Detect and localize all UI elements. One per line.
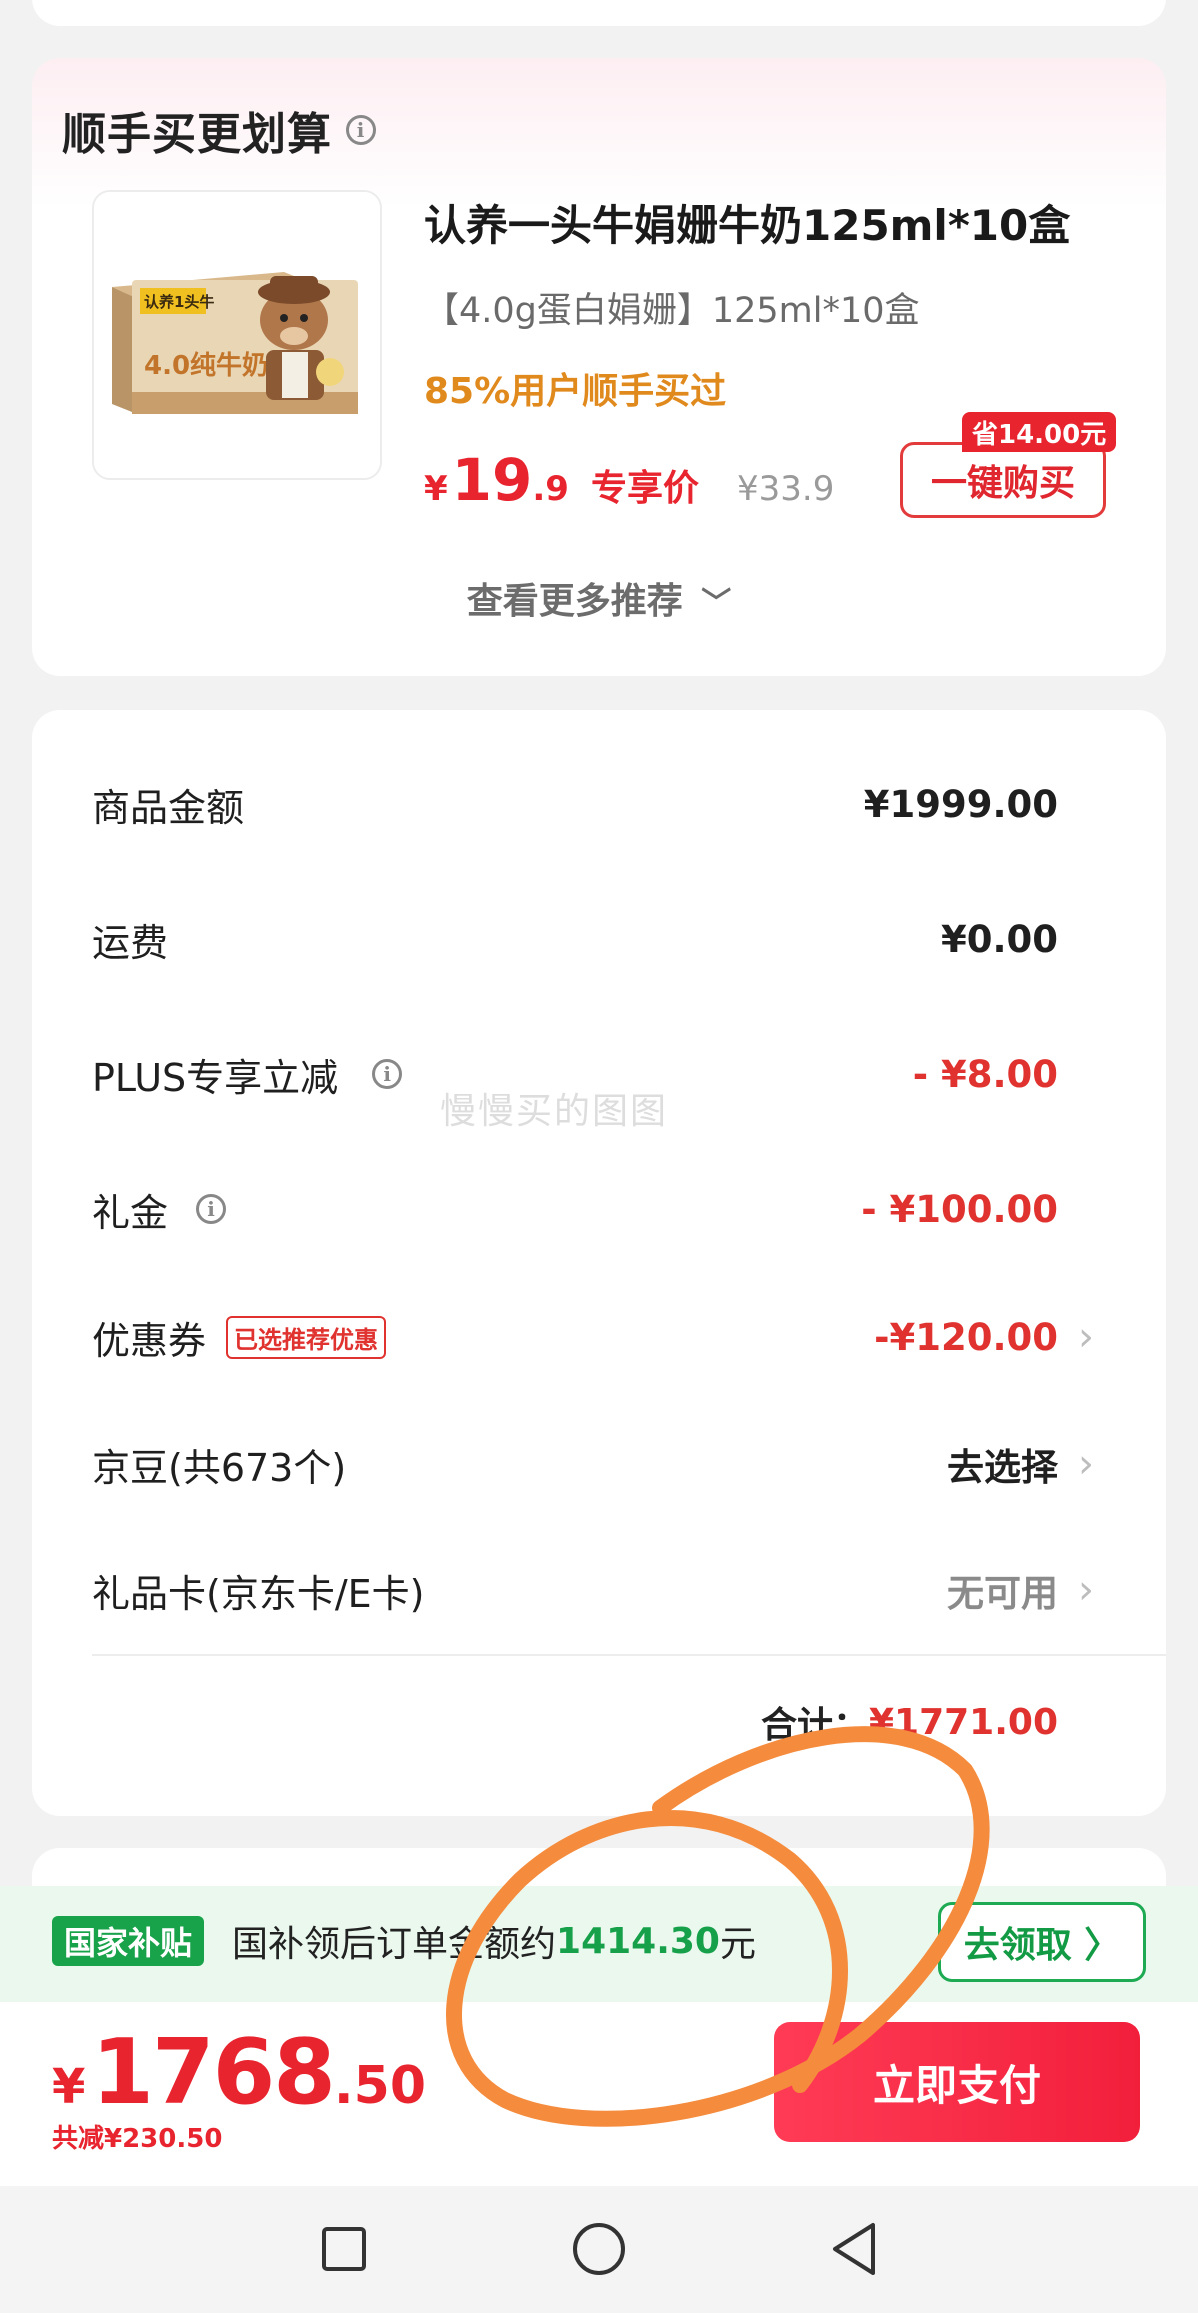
subsidy-text-prefix: 国补领后订单金额约 [232,1924,557,1965]
gift-money-value: - ¥100.00 [861,1187,1058,1231]
gift-card-value[interactable]: 无可用 [947,1562,1058,1618]
chevron-right-icon[interactable]: › [1078,1309,1094,1365]
info-icon[interactable]: i [196,1194,227,1224]
national-subsidy-badge: 国家补贴 [52,1916,205,1966]
jd-beans-value[interactable]: 去选择 [947,1436,1058,1492]
coupon-selected-badge: 已选推荐优惠 [226,1315,387,1359]
claim-subsidy-button[interactable]: 去领取 〉 [938,1902,1146,1982]
plus-discount-value: - ¥8.00 [912,1052,1058,1096]
recommendation-title: 顺手买更划算 i [62,98,376,162]
payable-integer: 1768 [91,2020,335,2125]
product-price: ¥ 19 .9 专享价 ¥33.9 [424,446,834,516]
gift-money-label: 礼金 i [92,1181,227,1237]
info-icon[interactable]: i [372,1059,403,1089]
thumb-brand: 认养1头牛 [144,293,214,311]
price-integer: 19 [451,446,533,514]
subsidy-text-suffix: 元 [719,1924,756,1965]
order-total: 合计： ¥1771.00 [761,1694,1058,1750]
subsidy-amount: 1414.30 [556,1920,720,1962]
gift-card-label[interactable]: 礼品卡(京东卡/E卡) [92,1562,424,1618]
price-decimal: .9 [532,469,569,509]
milk-box-image: 认养1头牛 4.0纯牛奶 [94,192,380,478]
save-amount-badge: 省14.00元 [962,412,1117,452]
plus-discount-label: PLUS专享立减 i [92,1046,403,1102]
watermark: 慢慢买的图图 [440,1091,669,1132]
order-summary-card [32,710,1166,1816]
more-recommendations-label: 查看更多推荐 [466,581,683,622]
total-value: ¥1771.00 [868,1701,1058,1743]
coupon-value[interactable]: -¥120.00 [874,1309,1058,1365]
divider [92,1654,1166,1656]
home-icon[interactable] [564,2214,634,2284]
shipping-label: 运费 [92,920,169,965]
total-label: 合计： [760,1705,869,1746]
thumb-text: 4.0纯牛奶 [144,350,268,381]
goods-amount-label: 商品金额 [92,785,245,830]
coupon-text: 优惠券 [92,1318,207,1363]
product-spec: 【4.0g蛋白娟姗】125ml*10盒 [424,291,920,331]
payable-amount: ¥ 1768 .50 [52,2020,427,2125]
price-currency: ¥ [424,469,448,509]
info-icon[interactable]: i [346,115,376,145]
plus-discount-text: PLUS专享立减 [92,1055,339,1100]
chevron-right-icon[interactable]: › [1078,1562,1094,1618]
recent-apps-icon[interactable] [309,2214,379,2284]
chevron-right-icon[interactable]: › [1078,1436,1094,1492]
one-click-buy-button[interactable]: 一键购买 [900,442,1106,518]
goods-amount-value: ¥1999.00 [863,782,1058,826]
product-name[interactable]: 认养一头牛娟姗牛奶125ml*10盒 [424,192,1070,253]
subsidy-info: 国补领后订单金额约 1414.30 元 [232,1914,756,1968]
jd-beans-label[interactable]: 京豆(共673个) [92,1436,346,1492]
more-recommendations-link[interactable]: 查看更多推荐 ﹀ [0,572,1198,624]
gift-money-text: 礼金 [92,1190,169,1235]
total-saved: 共减¥230.50 [52,2124,223,2154]
original-price: ¥33.9 [736,469,835,509]
back-icon[interactable] [820,2214,890,2284]
previous-card [32,0,1166,26]
shipping-value: ¥0.00 [940,917,1058,961]
pay-now-button[interactable]: 立即支付 [774,2022,1140,2142]
product-thumbnail[interactable]: 认养1头牛 4.0纯牛奶 [92,190,382,480]
recommendation-title-text: 顺手买更划算 [62,109,332,160]
payable-decimal: .50 [333,2056,427,2116]
coupon-label[interactable]: 优惠券 已选推荐优惠 [92,1309,387,1365]
chevron-down-icon: ﹀ [701,586,732,621]
exclusive-price-label: 专享价 [590,468,699,509]
payable-currency: ¥ [52,2059,86,2115]
popularity-tag: 85%用户顺手买过 [424,371,727,412]
